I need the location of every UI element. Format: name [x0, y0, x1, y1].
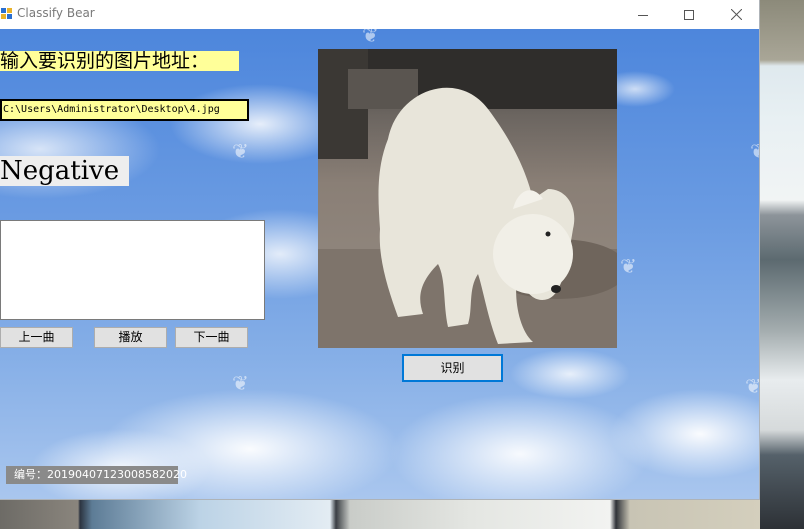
watermark-icon: ❦ — [620, 254, 637, 278]
desktop-background-right — [759, 0, 804, 529]
window-title: Classify Bear — [17, 6, 95, 20]
close-icon — [730, 9, 742, 20]
bear-picture — [318, 49, 617, 348]
watermark-icon: ❦ — [232, 139, 249, 163]
minimize-icon — [638, 14, 648, 16]
desktop-background-bottom — [0, 499, 760, 529]
watermark-icon: ❦ — [750, 139, 759, 163]
minimize-button[interactable] — [620, 0, 666, 29]
play-button[interactable]: 播放 — [94, 327, 167, 348]
next-track-button[interactable]: 下一曲 — [175, 327, 248, 348]
form-client-area: ❦ ❦ ❦ ❦ ❦ ❦ 输入要识别的图片地址： Negative 上一曲 播放 … — [0, 29, 759, 499]
recognize-button[interactable]: 识别 — [402, 354, 503, 382]
image-path-prompt-label: 输入要识别的图片地址： — [0, 51, 239, 71]
watermark-icon: ❦ — [362, 29, 379, 47]
polar-bear-image — [318, 49, 617, 348]
watermark-icon: ❦ — [745, 374, 759, 398]
close-button[interactable] — [713, 0, 759, 29]
previous-track-button[interactable]: 上一曲 — [0, 327, 73, 348]
maximize-button[interactable] — [666, 0, 712, 29]
app-window: Classify Bear ❦ ❦ ❦ ❦ ❦ ❦ 输入要识别的图片地址： Ne… — [0, 0, 759, 499]
image-path-input[interactable] — [0, 99, 249, 121]
app-icon — [0, 7, 13, 20]
serial-number-watermark: 编号：20190407123008582020 — [6, 466, 187, 484]
output-textbox[interactable] — [0, 220, 265, 320]
watermark-icon: ❦ — [232, 371, 249, 395]
title-bar[interactable]: Classify Bear — [0, 0, 759, 29]
maximize-icon — [684, 9, 694, 20]
classification-result-label: Negative — [0, 156, 129, 186]
